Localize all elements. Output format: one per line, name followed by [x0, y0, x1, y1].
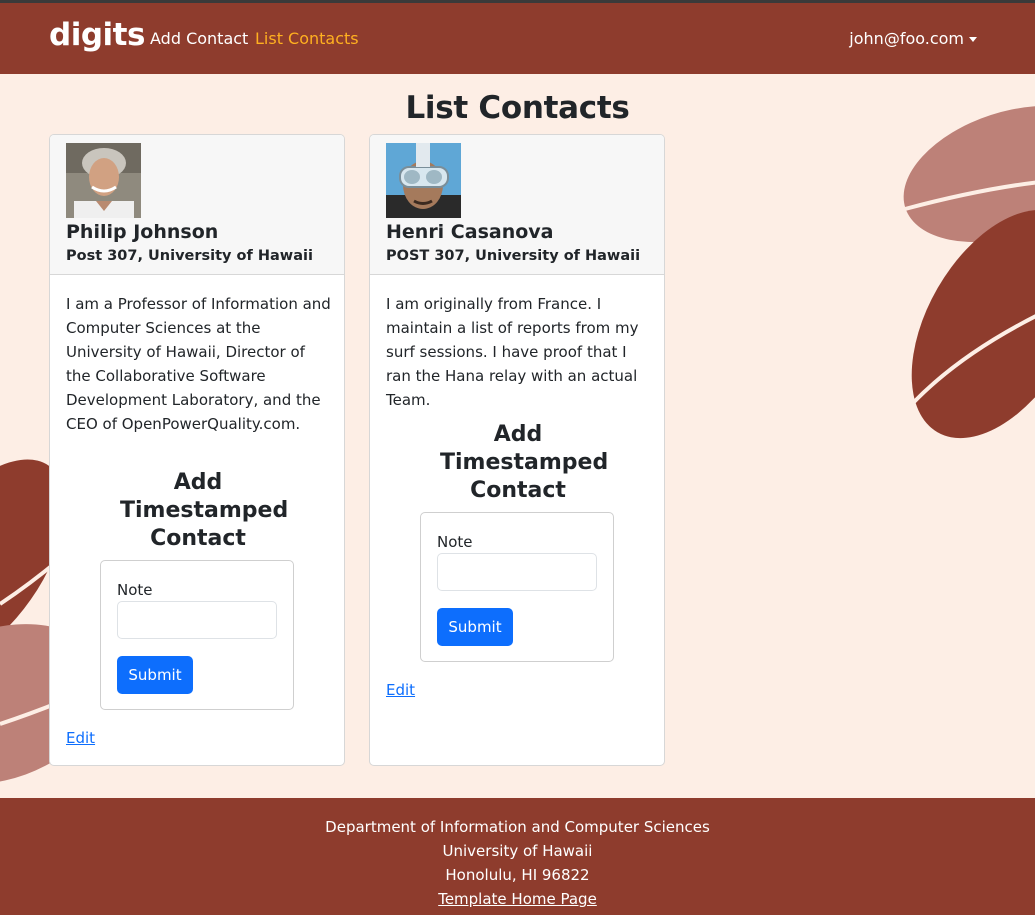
page-title: List Contacts [405, 90, 630, 126]
footer-university: University of Hawaii [442, 842, 593, 860]
contact-card: Philip Johnson Post 307, University of H… [49, 134, 345, 766]
caret-down-icon [969, 37, 977, 42]
timestamp-form-title: Add Timestamped Contact [120, 470, 289, 551]
brand-logo[interactable]: digits [49, 17, 145, 53]
contact-card: Henri Casanova POST 307, University of H… [369, 134, 665, 766]
user-email: john@foo.com [849, 29, 964, 48]
edit-link[interactable]: Edit [386, 681, 415, 699]
note-label: Note [437, 533, 473, 551]
card-header: Henri Casanova POST 307, University of H… [370, 135, 664, 275]
template-home-link[interactable]: Template Home Page [438, 890, 597, 908]
nav-list-contacts[interactable]: List Contacts [255, 29, 359, 48]
footer-department: Department of Information and Computer S… [325, 818, 710, 836]
card-header: Philip Johnson Post 307, University of H… [50, 135, 344, 275]
note-input[interactable] [437, 553, 597, 591]
contact-address: Post 307, University of Hawaii [66, 248, 313, 264]
edit-link[interactable]: Edit [66, 729, 95, 747]
timestamp-form: Note Submit [100, 560, 294, 710]
submit-button[interactable]: Submit [117, 656, 193, 694]
avatar [66, 143, 141, 218]
avatar [386, 143, 461, 218]
contact-name: Philip Johnson [66, 221, 219, 243]
contact-name: Henri Casanova [386, 221, 554, 243]
footer-address: Honolulu, HI 96822 [445, 866, 590, 884]
navbar: digits Add Contact List Contacts john@fo… [0, 3, 1035, 74]
nav-add-contact[interactable]: Add Contact [150, 29, 248, 48]
contact-address: POST 307, University of Hawaii [386, 248, 641, 264]
timestamp-form: Note Submit [420, 512, 614, 662]
timestamp-form-title: Add Timestamped Contact [440, 422, 609, 503]
user-dropdown[interactable]: john@foo.com [849, 29, 977, 48]
footer: Department of Information and Computer S… [0, 798, 1035, 915]
contact-description: I am originally from France. I maintain … [386, 295, 639, 409]
note-input[interactable] [117, 601, 277, 639]
submit-button[interactable]: Submit [437, 608, 513, 646]
note-label: Note [117, 581, 153, 599]
contact-description: I am a Professor of Information and Comp… [66, 295, 331, 433]
